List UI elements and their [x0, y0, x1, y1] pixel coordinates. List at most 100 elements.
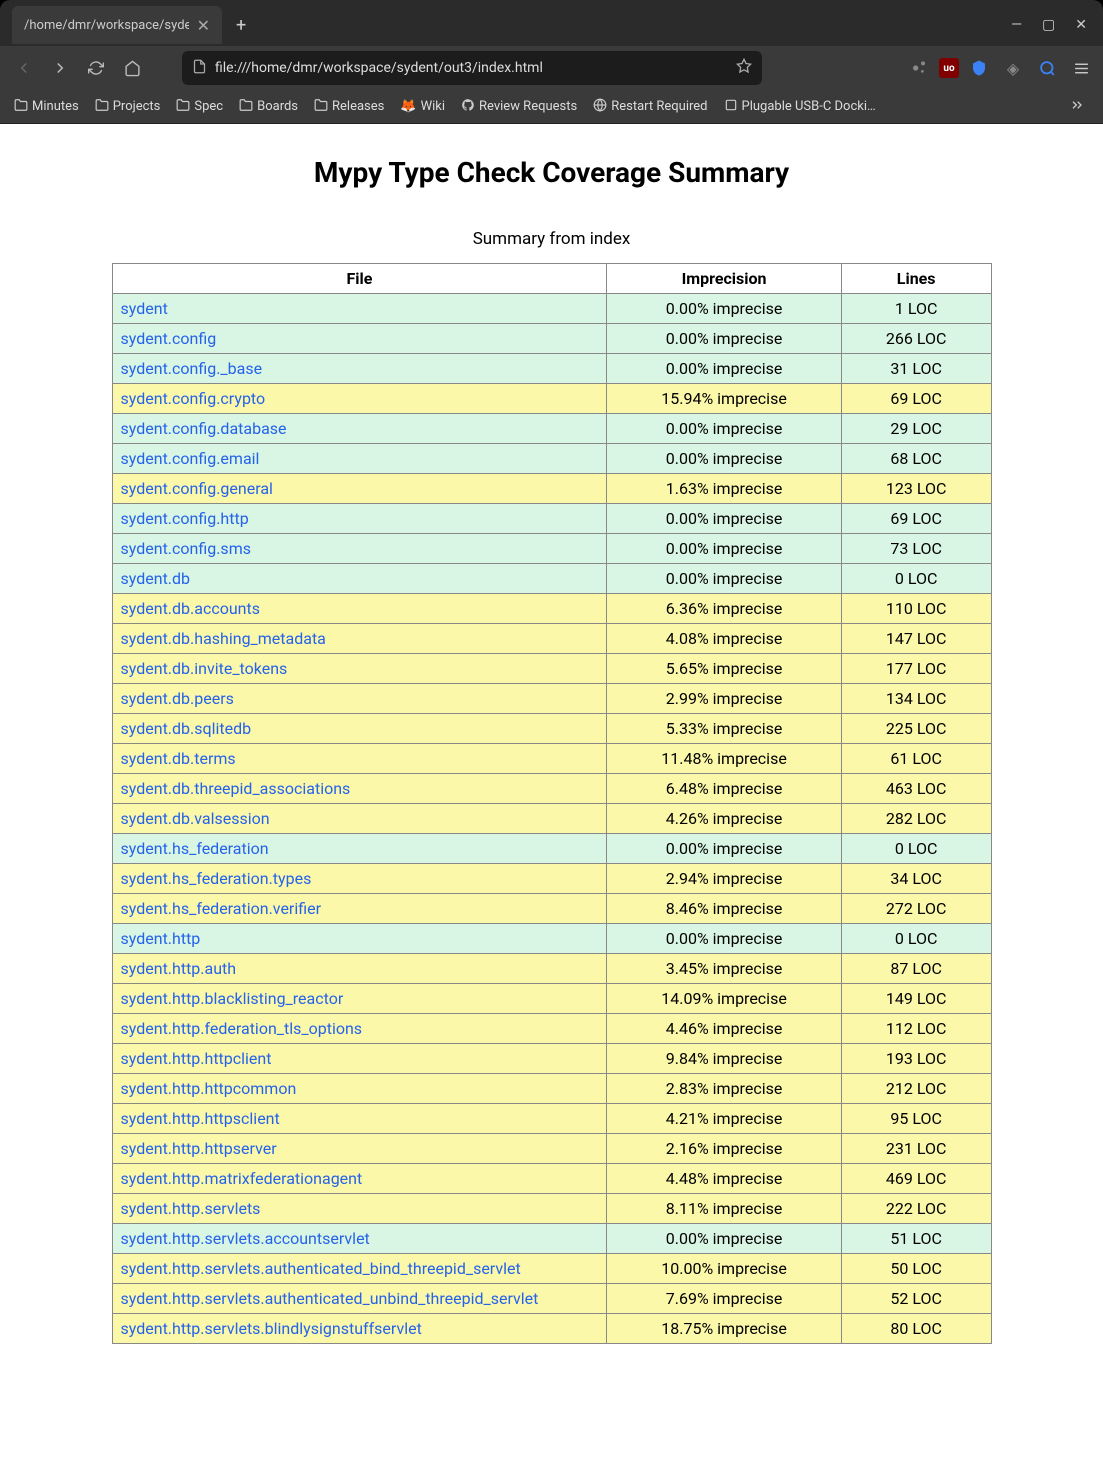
- imprecision-cell: 1.63% imprecise: [607, 474, 842, 504]
- bookmarks-overflow-icon[interactable]: [1059, 97, 1095, 117]
- lines-cell: 31 LOC: [841, 354, 991, 384]
- bitwarden-icon[interactable]: [965, 54, 993, 82]
- file-link[interactable]: sydent.config.crypto: [121, 389, 266, 408]
- bookmark-releases[interactable]: Releases: [308, 94, 390, 120]
- forward-button[interactable]: [44, 52, 76, 84]
- file-link[interactable]: sydent.http.auth: [121, 959, 237, 978]
- bookmark-projects[interactable]: Projects: [89, 94, 167, 120]
- file-link[interactable]: sydent.db.terms: [121, 749, 236, 768]
- file-link[interactable]: sydent.http.httpcommon: [121, 1079, 297, 1098]
- file-link[interactable]: sydent.http.blacklisting_reactor: [121, 989, 344, 1008]
- lines-cell: 0 LOC: [841, 924, 991, 954]
- minimize-button[interactable]: —: [1011, 17, 1022, 33]
- lines-cell: 469 LOC: [841, 1164, 991, 1194]
- file-link[interactable]: sydent.db: [121, 569, 191, 588]
- gnome-icon[interactable]: [905, 54, 933, 82]
- file-link[interactable]: sydent.http.servlets.blindlysignstuffser…: [121, 1319, 422, 1338]
- file-link[interactable]: sydent.config.general: [121, 479, 273, 498]
- file-link[interactable]: sydent.db.peers: [121, 689, 234, 708]
- reload-button[interactable]: [80, 52, 112, 84]
- imprecision-cell: 4.46% imprecise: [607, 1014, 842, 1044]
- imprecision-cell: 0.00% imprecise: [607, 444, 842, 474]
- file-link[interactable]: sydent.config.http: [121, 509, 249, 528]
- maximize-button[interactable]: ▢: [1042, 17, 1055, 33]
- bookmark-minutes[interactable]: Minutes: [8, 94, 85, 120]
- bookmark-label: Boards: [257, 99, 298, 114]
- file-cell: sydent.config.general: [112, 474, 607, 504]
- file-cell: sydent.http.httpcommon: [112, 1074, 607, 1104]
- back-button[interactable]: [8, 52, 40, 84]
- bookmark-plugable-usb-c-docki-[interactable]: Plugable USB-C Docki…: [718, 94, 882, 120]
- file-link[interactable]: sydent.db.hashing_metadata: [121, 629, 326, 648]
- col-imprecision-header[interactable]: Imprecision: [607, 264, 842, 294]
- lines-cell: 231 LOC: [841, 1134, 991, 1164]
- file-link[interactable]: sydent.config._base: [121, 359, 263, 378]
- file-cell: sydent.db.valsession: [112, 804, 607, 834]
- bookmark-star-icon[interactable]: [736, 58, 752, 78]
- content-area[interactable]: Mypy Type Check Coverage Summary Summary…: [0, 124, 1103, 1460]
- home-button[interactable]: [116, 52, 148, 84]
- file-link[interactable]: sydent.http.httpclient: [121, 1049, 272, 1068]
- file-link[interactable]: sydent.http.httpserver: [121, 1139, 277, 1158]
- file-cell: sydent.http.matrixfederationagent: [112, 1164, 607, 1194]
- file-link[interactable]: sydent.config.database: [121, 419, 287, 438]
- file-link[interactable]: sydent.db.invite_tokens: [121, 659, 288, 678]
- bookmark-boards[interactable]: Boards: [233, 94, 304, 120]
- active-tab[interactable]: /home/dmr/workspace/syde ✕: [12, 6, 222, 44]
- col-file-header[interactable]: File: [112, 264, 607, 294]
- file-link[interactable]: sydent.http.servlets.authenticated_bind_…: [121, 1259, 521, 1278]
- menu-button[interactable]: [1067, 54, 1095, 82]
- file-link[interactable]: sydent.http: [121, 929, 201, 948]
- file-link[interactable]: sydent.http.servlets.accountservlet: [121, 1229, 370, 1248]
- bookmark-review-requests[interactable]: Review Requests: [455, 94, 583, 120]
- close-window-button[interactable]: ✕: [1075, 17, 1087, 33]
- nav-bar: file:///home/dmr/workspace/sydent/out3/i…: [0, 46, 1103, 90]
- file-link[interactable]: sydent.hs_federation.verifier: [121, 899, 322, 918]
- file-link[interactable]: sydent.http.servlets.authenticated_unbin…: [121, 1289, 539, 1308]
- file-link[interactable]: sydent.http.httpsclient: [121, 1109, 280, 1128]
- table-row: sydent.config.crypto15.94% imprecise69 L…: [112, 384, 991, 414]
- bookmark-label: Restart Required: [611, 99, 707, 114]
- window-controls: — ▢ ✕: [1011, 17, 1103, 33]
- lines-cell: 73 LOC: [841, 534, 991, 564]
- imprecision-cell: 15.94% imprecise: [607, 384, 842, 414]
- file-link[interactable]: sydent.http.federation_tls_options: [121, 1019, 363, 1038]
- table-row: sydent.db.hashing_metadata4.08% imprecis…: [112, 624, 991, 654]
- file-link[interactable]: sydent.config.email: [121, 449, 260, 468]
- file-link[interactable]: sydent.hs_federation: [121, 839, 269, 858]
- lines-cell: 134 LOC: [841, 684, 991, 714]
- lines-cell: 87 LOC: [841, 954, 991, 984]
- imprecision-cell: 4.21% imprecise: [607, 1104, 842, 1134]
- github-icon: [461, 98, 475, 116]
- file-link[interactable]: sydent.db.threepid_associations: [121, 779, 351, 798]
- file-link[interactable]: sydent.hs_federation.types: [121, 869, 312, 888]
- table-row: sydent.db.invite_tokens5.65% imprecise17…: [112, 654, 991, 684]
- file-link[interactable]: sydent.config.sms: [121, 539, 251, 558]
- extension-icon[interactable]: ◈: [999, 54, 1027, 82]
- lines-cell: 222 LOC: [841, 1194, 991, 1224]
- file-link[interactable]: sydent.db.sqlitedb: [121, 719, 252, 738]
- bookmark-spec[interactable]: Spec: [170, 94, 229, 120]
- imprecision-cell: 8.46% imprecise: [607, 894, 842, 924]
- close-tab-icon[interactable]: ✕: [197, 16, 210, 35]
- lines-cell: 1 LOC: [841, 294, 991, 324]
- file-link[interactable]: sydent.config: [121, 329, 217, 348]
- bookmark-wiki[interactable]: 🦊Wiki: [394, 95, 451, 118]
- file-link[interactable]: sydent.db.valsession: [121, 809, 270, 828]
- file-cell: sydent.config._base: [112, 354, 607, 384]
- file-link[interactable]: sydent: [121, 299, 168, 318]
- search-icon[interactable]: [1033, 54, 1061, 82]
- file-cell: sydent.config.http: [112, 504, 607, 534]
- file-link[interactable]: sydent.db.accounts: [121, 599, 260, 618]
- url-bar[interactable]: file:///home/dmr/workspace/sydent/out3/i…: [182, 51, 762, 85]
- col-lines-header[interactable]: Lines: [841, 264, 991, 294]
- new-tab-button[interactable]: +: [222, 15, 260, 36]
- imprecision-cell: 11.48% imprecise: [607, 744, 842, 774]
- bookmark-restart-required[interactable]: Restart Required: [587, 94, 713, 120]
- imprecision-cell: 0.00% imprecise: [607, 834, 842, 864]
- table-row: sydent.db.sqlitedb5.33% imprecise225 LOC: [112, 714, 991, 744]
- file-link[interactable]: sydent.http.matrixfederationagent: [121, 1169, 363, 1188]
- table-row: sydent.db.valsession4.26% imprecise282 L…: [112, 804, 991, 834]
- ublock-icon[interactable]: uo: [939, 58, 959, 78]
- file-link[interactable]: sydent.http.servlets: [121, 1199, 261, 1218]
